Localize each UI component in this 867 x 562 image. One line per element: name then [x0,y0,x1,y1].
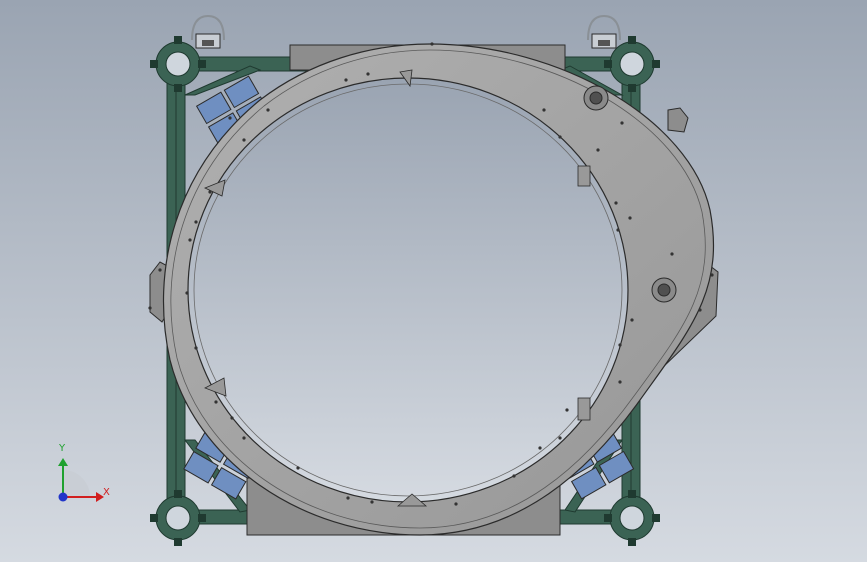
triad-x-label: X [103,487,110,498]
model-viewport[interactable]: X Y [0,0,867,562]
cad-model-scene[interactable] [0,0,867,562]
boss-hole-upper[interactable] [583,85,609,111]
triad-y-label: Y [59,443,66,454]
notch-right-lower[interactable] [577,397,591,421]
triad-z-axis [58,492,68,502]
notch-right-upper[interactable] [577,165,591,187]
boss-hole-lower[interactable] [651,277,677,303]
ring-plate-opening[interactable] [187,77,629,503]
